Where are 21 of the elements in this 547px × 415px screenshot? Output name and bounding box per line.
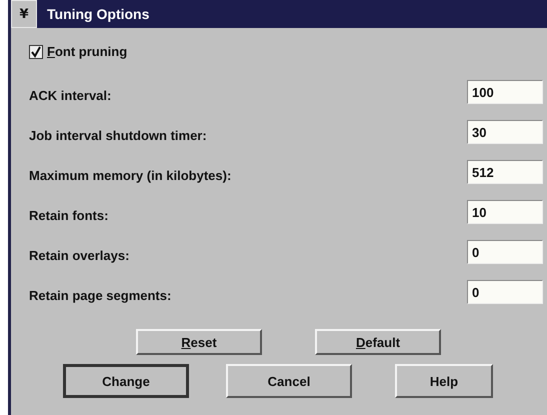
dialog-button[interactable]: Change <box>63 364 189 398</box>
dialog-button[interactable]: Cancel <box>226 364 352 398</box>
dialog-button[interactable]: Default <box>315 329 441 355</box>
field-label: Maximum memory (in kilobytes): <box>29 166 232 182</box>
field-label: Retain fonts: <box>29 206 108 222</box>
input-field[interactable]: 30 <box>467 120 543 144</box>
window-title: Tuning Options <box>47 6 150 22</box>
field-label: Retain overlays: <box>29 246 130 262</box>
input-field[interactable]: 0 <box>467 280 543 304</box>
input-field[interactable]: 100 <box>467 80 543 104</box>
dialog-button[interactable]: Reset <box>136 329 262 355</box>
field-label: ACK interval: <box>29 86 112 102</box>
dialog-button[interactable]: Help <box>395 364 493 398</box>
input-field[interactable]: 10 <box>467 200 543 224</box>
field-label: Job interval shutdown timer: <box>29 126 207 142</box>
checkbox[interactable] <box>29 44 43 58</box>
checkbox-label[interactable]: Font pruning <box>47 44 128 59</box>
input-field[interactable]: 0 <box>467 240 543 264</box>
input-field[interactable]: 512 <box>467 160 543 184</box>
system-menu-button[interactable]: ¥ <box>11 0 37 28</box>
field-label: Retain page segments: <box>29 286 172 302</box>
